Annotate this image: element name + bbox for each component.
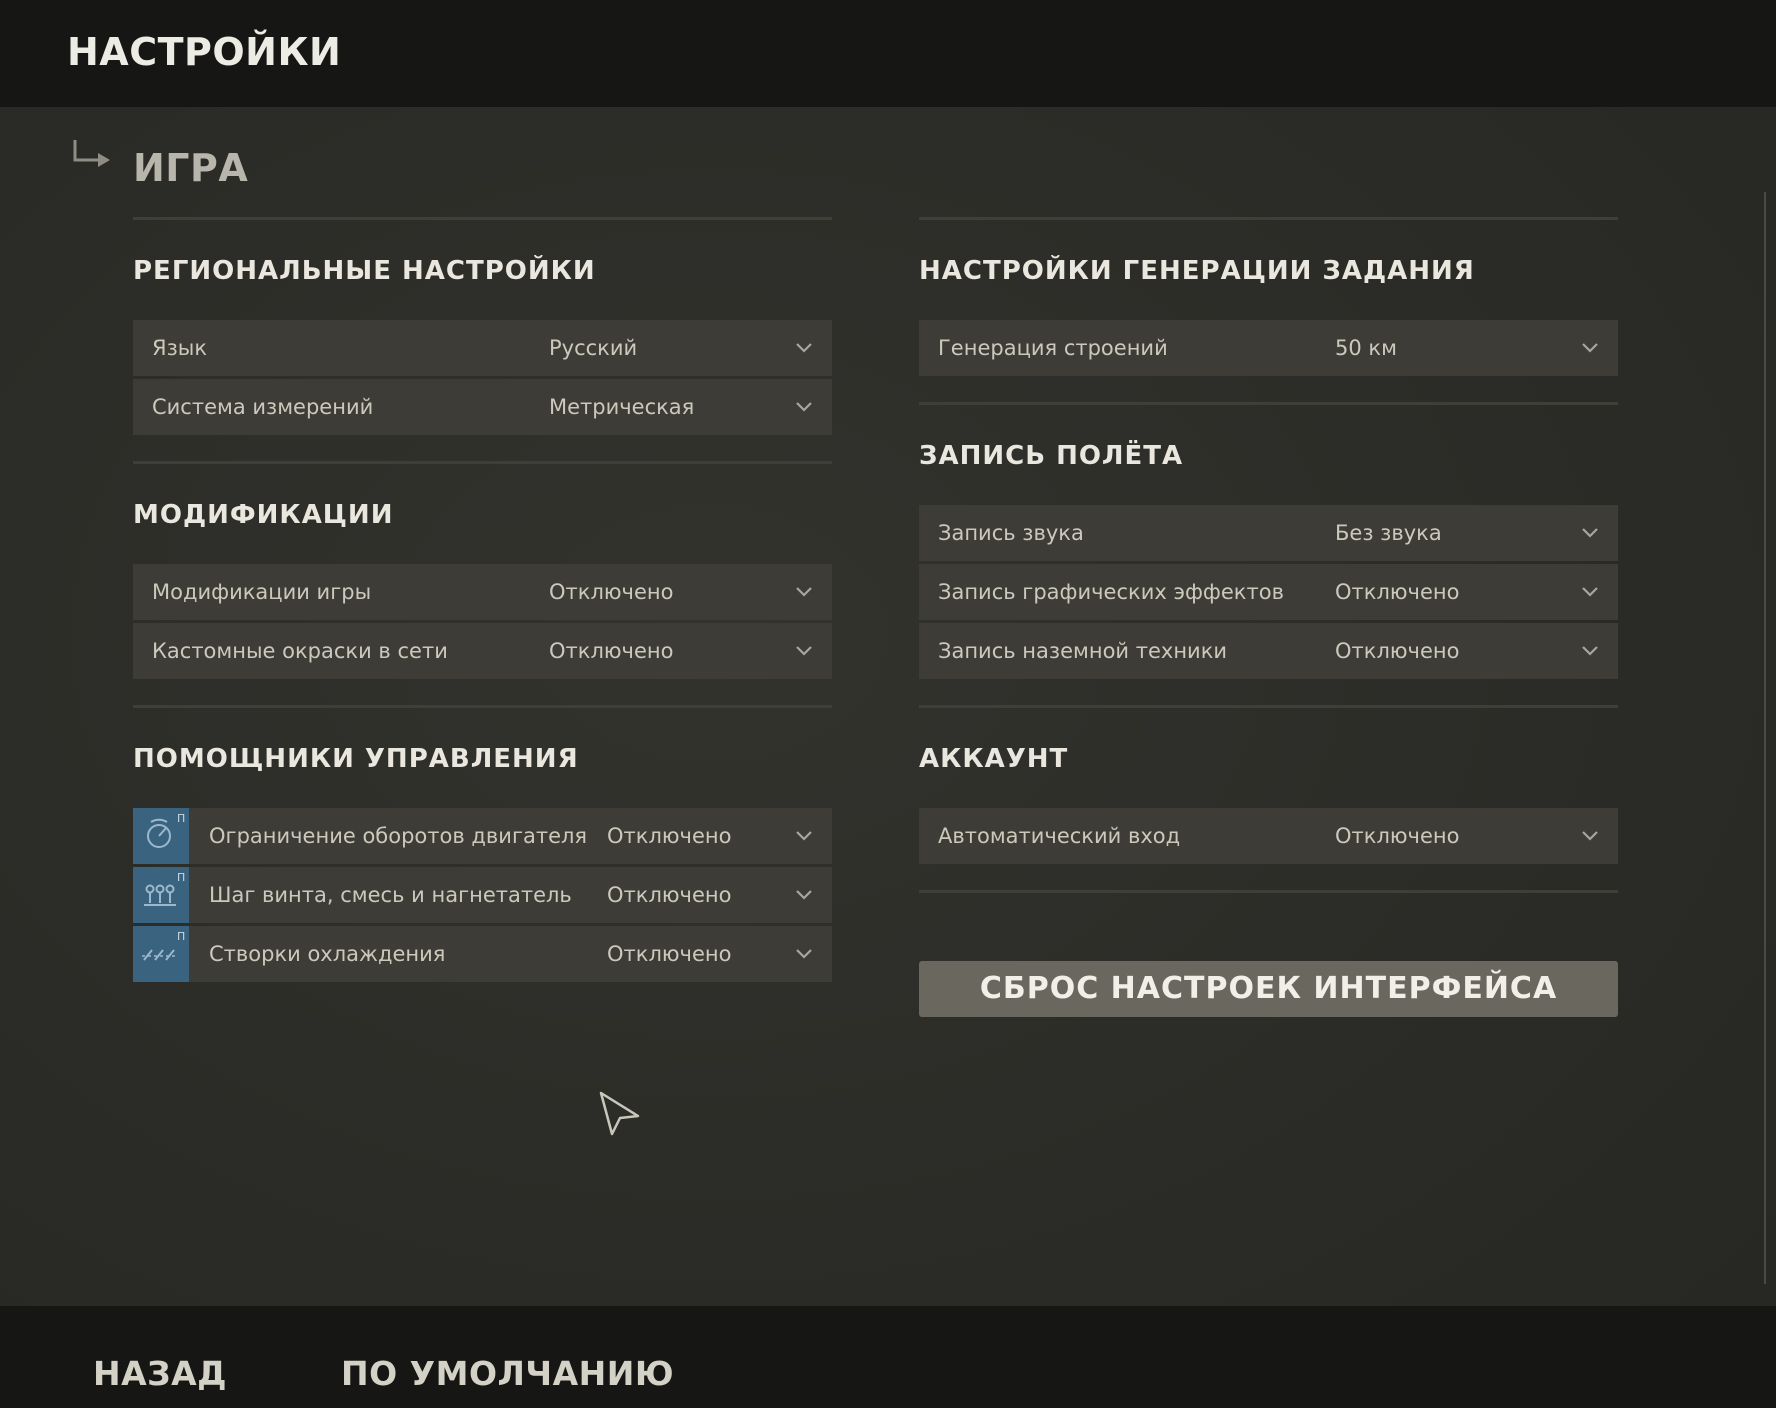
chevron-down-icon [1582, 587, 1598, 597]
dropdown-value: Отключено [1335, 824, 1460, 848]
assist-badge-letter: П [177, 871, 185, 884]
dropdown-value: Отключено [607, 824, 732, 848]
divider [919, 402, 1618, 405]
chevron-down-icon [1582, 528, 1598, 538]
setting-label: Модификации игры [152, 580, 372, 604]
divider [919, 217, 1618, 220]
dropdown-value: Отключено [549, 580, 674, 604]
setting-label: Автоматический вход [938, 824, 1181, 848]
mouse-cursor-icon [599, 1091, 640, 1136]
scrollbar[interactable] [1764, 192, 1766, 1284]
right-column: НАСТРОЙКИ ГЕНЕРАЦИИ ЗАДАНИЯ Генерация ст… [919, 0, 1618, 1100]
rpm-limit-icon: П [133, 808, 189, 864]
setting-row-ground-vehicles-record[interactable]: Запись наземной техники Отключено [919, 623, 1618, 679]
group-title-flight-record: ЗАПИСЬ ПОЛЁТА [919, 441, 1184, 471]
subsection-arrow-icon [73, 140, 110, 167]
setting-label: Запись графических эффектов [938, 580, 1284, 604]
setting-row-game-mods[interactable]: Модификации игры Отключено [133, 564, 832, 620]
setting-label: Шаг винта, смесь и нагнетатель [209, 883, 572, 907]
throttle-levers-icon: П [133, 867, 189, 923]
setting-label: Ограничение оборотов двигателя [209, 824, 588, 848]
dropdown-value: Отключено [1335, 639, 1460, 663]
group-title-mission-gen: НАСТРОЙКИ ГЕНЕРАЦИИ ЗАДАНИЯ [919, 256, 1475, 286]
setting-label: Язык [152, 336, 208, 360]
chevron-down-icon [1582, 646, 1598, 656]
chevron-down-icon [796, 890, 812, 900]
cowl-flaps-icon: П [133, 926, 189, 982]
back-button[interactable]: НАЗАД [93, 1354, 227, 1393]
dropdown-value: Отключено [607, 942, 732, 966]
setting-row-language[interactable]: Язык Русский [133, 320, 832, 376]
setting-row-cooling-flaps[interactable]: П Створки охлаждения Отключено [133, 926, 832, 982]
left-column: РЕГИОНАЛЬНЫЕ НАСТРОЙКИ Язык Русский Сист… [133, 0, 832, 1000]
divider [133, 217, 832, 220]
setting-label: Запись звука [938, 521, 1084, 545]
chevron-down-icon [796, 831, 812, 841]
divider [919, 705, 1618, 708]
setting-label: Кастомные окраски в сети [152, 639, 448, 663]
dropdown-value: Русский [549, 336, 638, 360]
bottom-bar: НАЗАД ПО УМОЛЧАНИЮ [0, 1306, 1776, 1408]
dropdown-value: Отключено [549, 639, 674, 663]
chevron-down-icon [1582, 343, 1598, 353]
settings-screen: НАСТРОЙКИ ИГРА РЕГИОНАЛЬНЫЕ НАСТРОЙКИ Яз… [0, 0, 1776, 1408]
chevron-down-icon [796, 646, 812, 656]
chevron-down-icon [1582, 831, 1598, 841]
setting-label: Запись наземной техники [938, 639, 1228, 663]
assist-badge-letter: П [177, 812, 185, 825]
setting-label: Система измерений [152, 395, 374, 419]
dropdown-value: Метрическая [549, 395, 695, 419]
setting-row-sound-record[interactable]: Запись звука Без звука [919, 505, 1618, 561]
group-title-assists: ПОМОЩНИКИ УПРАВЛЕНИЯ [133, 744, 579, 774]
setting-row-units[interactable]: Система измерений Метрическая [133, 379, 832, 435]
dropdown-value: 50 км [1335, 336, 1397, 360]
group-title-account: АККАУНТ [919, 744, 1069, 774]
divider [919, 890, 1618, 893]
chevron-down-icon [796, 587, 812, 597]
setting-row-auto-login[interactable]: Автоматический вход Отключено [919, 808, 1618, 864]
group-title-mods: МОДИФИКАЦИИ [133, 500, 394, 530]
setting-label: Генерация строений [938, 336, 1168, 360]
group-title-regional: РЕГИОНАЛЬНЫЕ НАСТРОЙКИ [133, 256, 596, 286]
setting-row-custom-skins[interactable]: Кастомные окраски в сети Отключено [133, 623, 832, 679]
dropdown-value: Отключено [607, 883, 732, 907]
setting-row-building-gen[interactable]: Генерация строений 50 км [919, 320, 1618, 376]
assist-badge-letter: П [177, 930, 185, 943]
chevron-down-icon [796, 343, 812, 353]
chevron-down-icon [796, 949, 812, 959]
setting-row-rpm-limit[interactable]: П Ограничение оборотов двигателя Отключе… [133, 808, 832, 864]
divider [133, 461, 832, 464]
setting-label: Створки охлаждения [209, 942, 446, 966]
divider [133, 705, 832, 708]
dropdown-value: Без звука [1335, 521, 1442, 545]
dropdown-value: Отключено [1335, 580, 1460, 604]
setting-row-fx-record[interactable]: Запись графических эффектов Отключено [919, 564, 1618, 620]
reset-interface-button[interactable]: СБРОС НАСТРОЕК ИНТЕРФЕЙСА [919, 961, 1618, 1017]
chevron-down-icon [796, 402, 812, 412]
setting-row-prop-pitch[interactable]: П Шаг винта, смесь и нагнетатель Отключе… [133, 867, 832, 923]
default-button[interactable]: ПО УМОЛЧАНИЮ [341, 1354, 674, 1393]
